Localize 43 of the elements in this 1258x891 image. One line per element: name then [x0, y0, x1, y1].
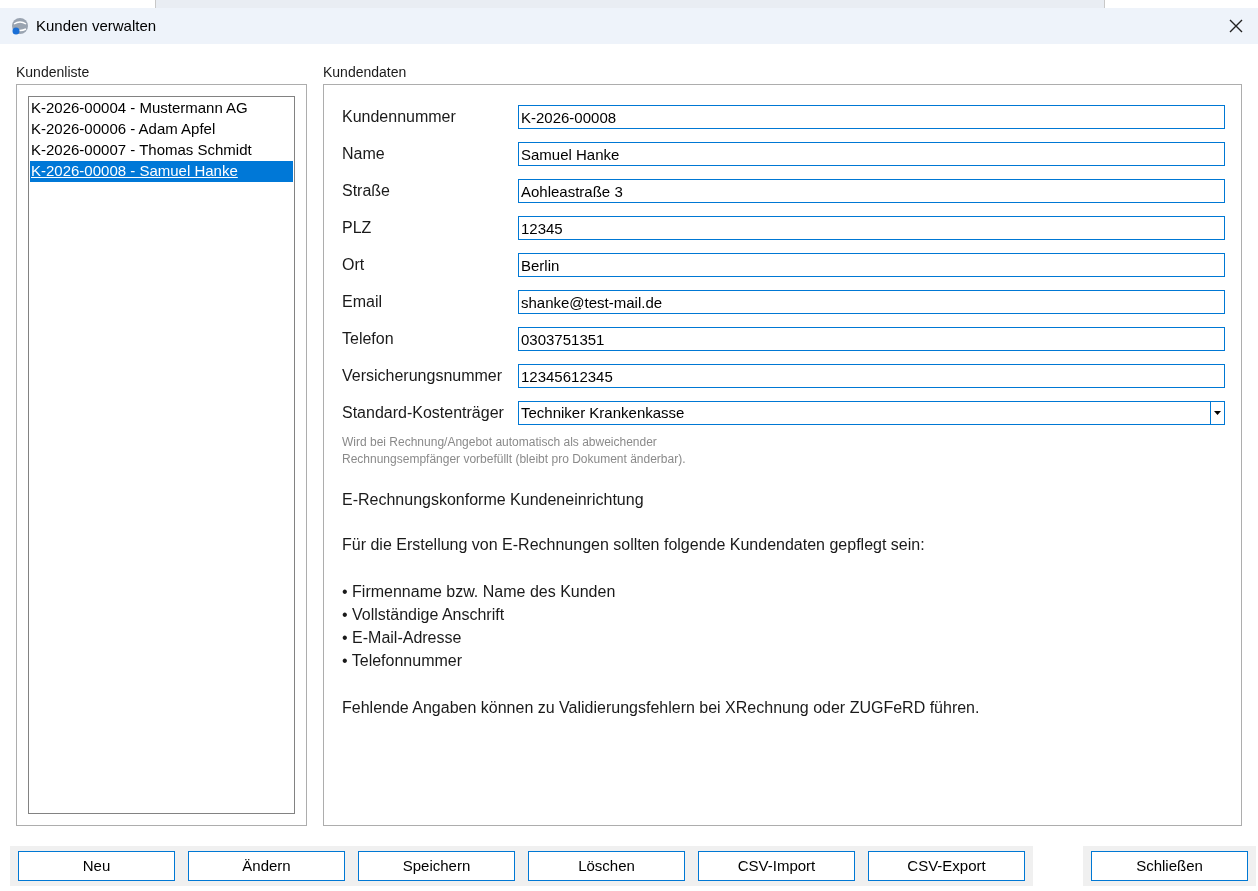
bullet-item: • Telefonnummer: [342, 651, 464, 671]
text-field[interactable]: shanke@test-mail.de: [518, 290, 1225, 314]
list-item[interactable]: K-2026-00006 - Adam Apfel: [30, 119, 293, 140]
text-field[interactable]: Samuel Hanke: [518, 142, 1225, 166]
list-item[interactable]: K-2026-00007 - Thomas Schmidt: [30, 140, 293, 161]
info-title: E-Rechnungskonforme Kundeneinrichtung: [342, 490, 645, 510]
globe-icon: [10, 16, 30, 36]
info-text: Für die Erstellung von E-Rechnungen sollten folgende Kundendaten gepflegt sein:: [342, 535, 926, 555]
dropdown-field[interactable]: Techniker Krankenkasse: [518, 401, 1225, 425]
text-field[interactable]: 0303751351: [518, 327, 1225, 351]
close-icon: [1229, 19, 1243, 33]
list-item[interactable]: K-2026-00008 - Samuel Hanke: [30, 161, 293, 182]
field-label: PLZ: [342, 218, 373, 238]
field-label: Ort: [342, 255, 366, 275]
text-field[interactable]: K-2026-00008: [518, 105, 1225, 129]
field-label: Straße: [342, 181, 391, 201]
close-dialog-button[interactable]: Schließen: [1091, 851, 1248, 881]
field-label: Standard-Kostenträger: [342, 403, 505, 423]
dropdown-arrow-icon: [1214, 411, 1221, 415]
action-button[interactable]: Speichern: [358, 851, 515, 881]
text-field[interactable]: 12345: [518, 216, 1225, 240]
bullet-item: • E-Mail-Adresse: [342, 628, 463, 648]
field-label: Kundennummer: [342, 107, 457, 127]
field-label: Versicherungsnummer: [342, 366, 504, 386]
bullet-item: • Firmenname bzw. Name des Kunden: [342, 582, 617, 602]
field-label: Name: [342, 144, 386, 164]
action-button[interactable]: Löschen: [528, 851, 685, 881]
action-button[interactable]: Ändern: [188, 851, 345, 881]
window-title: Kunden verwalten: [36, 15, 157, 36]
info-note: Fehlende Angaben können zu Validierungsfehlern bei XRechnung oder ZUGFeRD führen.: [342, 698, 981, 718]
field-label: Telefon: [342, 329, 395, 349]
group-title: Kundendaten: [323, 63, 408, 82]
list-item[interactable]: K-2026-00004 - Mustermann AG: [30, 98, 293, 119]
group-title: Kundenliste: [16, 63, 91, 82]
text-field[interactable]: Berlin: [518, 253, 1225, 277]
action-button[interactable]: CSV-Export: [868, 851, 1025, 881]
action-button[interactable]: CSV-Import: [698, 851, 855, 881]
text-field[interactable]: 12345612345: [518, 364, 1225, 388]
bullet-item: • Vollständige Anschrift: [342, 605, 506, 625]
action-button[interactable]: Neu: [18, 851, 175, 881]
text-field[interactable]: Aohleastraße 3: [518, 179, 1225, 203]
hint-text: Wird bei Rechnung/Angebot automatisch als abweichender Rechnungsempfänger vorbefüllt (bleibt pro Dokument änderbar).: [342, 434, 687, 468]
field-label: Email: [342, 292, 383, 312]
